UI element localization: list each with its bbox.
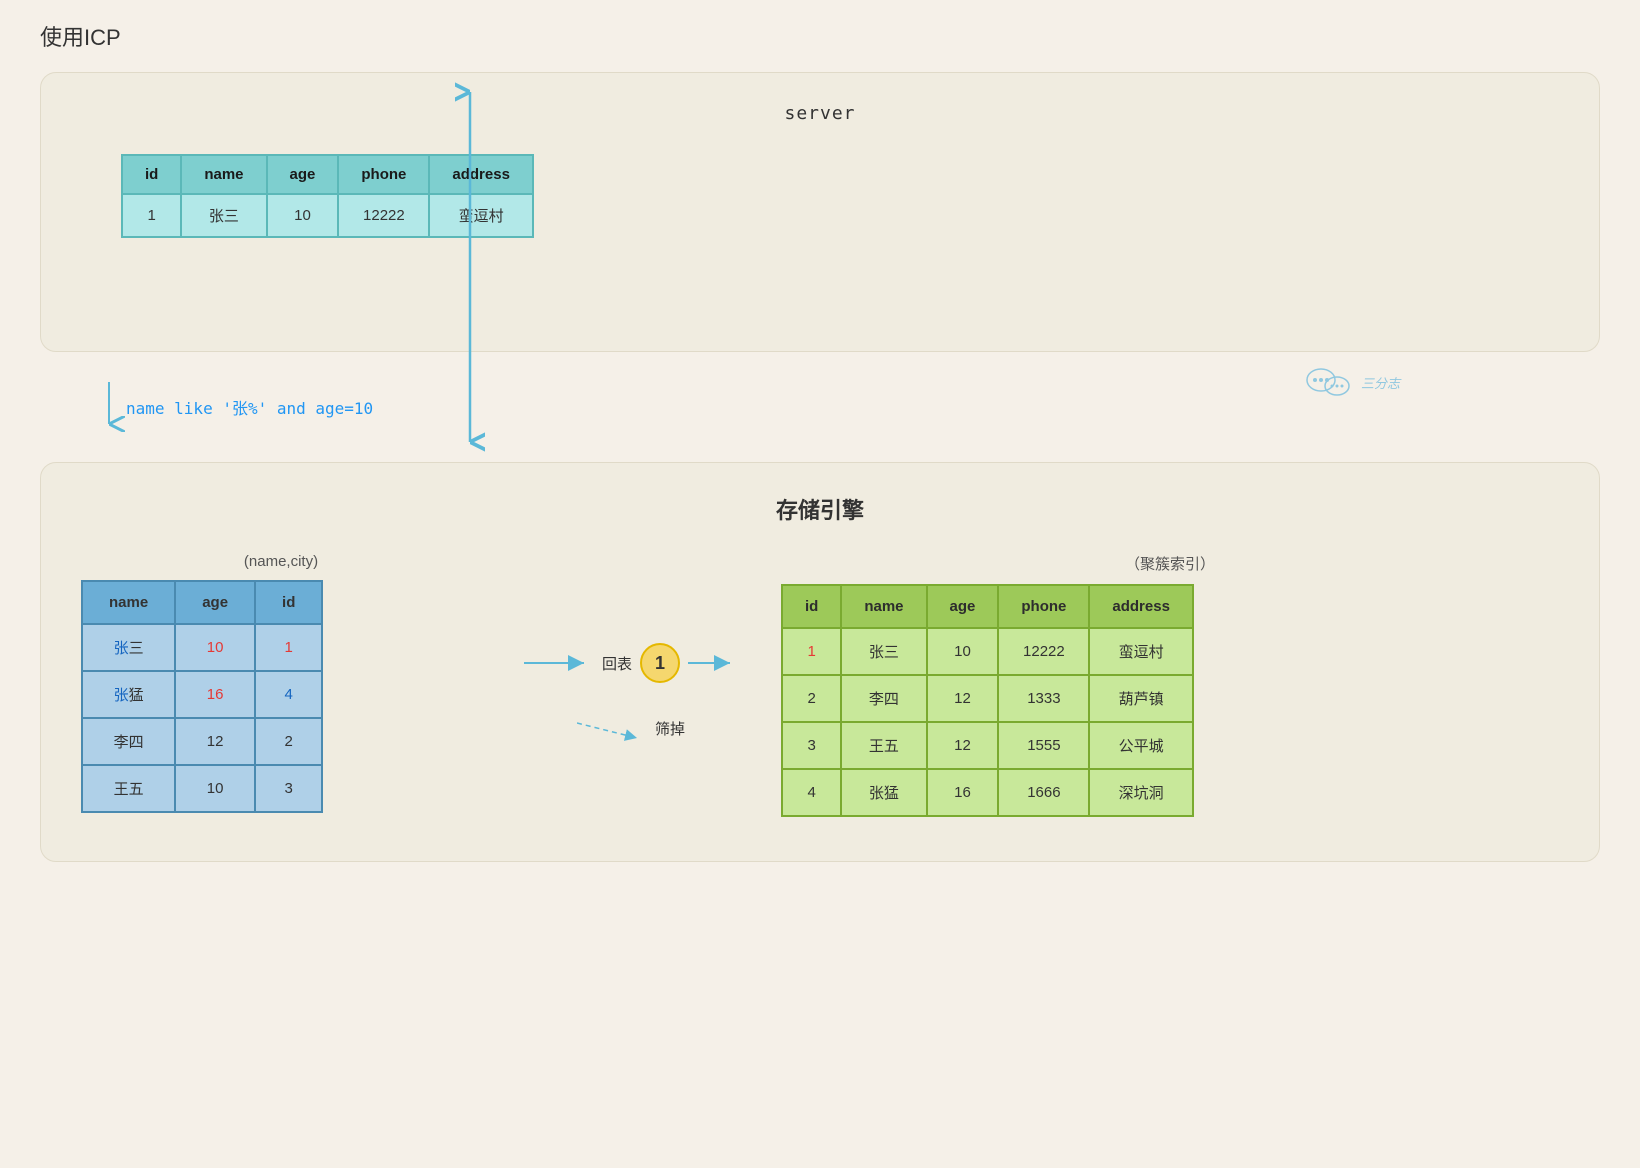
clu-row-4: 4 张猛 16 1666 深坑洞 — [782, 769, 1193, 816]
clu-age-1: 10 — [927, 628, 999, 675]
query-text: name like '张%' and age=10 — [126, 395, 373, 419]
server-cell-name: 张三 — [181, 194, 266, 237]
idx-col-age: age — [175, 581, 255, 624]
clu-name-3: 王五 — [841, 722, 926, 769]
dashed-arrow — [577, 713, 647, 743]
idx-age-4: 10 — [175, 765, 255, 812]
idx-name-2: 张猛 — [82, 671, 175, 718]
bidirectional-arrow — [455, 82, 485, 452]
wechat-icon — [1303, 362, 1353, 402]
clu-phone-4: 1666 — [998, 769, 1089, 816]
idx-age-1: 10 — [175, 624, 255, 671]
idx-name-3: 李四 — [82, 718, 175, 765]
idx-id-2: 4 — [255, 671, 322, 718]
page-title: 使用ICP — [40, 20, 1600, 52]
idx-col-id: id — [255, 581, 322, 624]
clu-phone-2: 1333 — [998, 675, 1089, 722]
clustered-table: id name age phone address 1 张三 10 12222 … — [781, 584, 1194, 817]
clustered-label: （聚簇索引） — [781, 553, 1559, 574]
clu-phone-3: 1555 — [998, 722, 1089, 769]
index-table: name age id 张三 10 1 张猛 — [81, 580, 323, 813]
server-col-phone: phone — [338, 155, 429, 194]
idx-col-name: name — [82, 581, 175, 624]
idx-id-3: 2 — [255, 718, 322, 765]
idx-name-1: 张三 — [82, 624, 175, 671]
idx-id-1: 1 — [255, 624, 322, 671]
clu-row-2: 2 李四 12 1333 葫芦镇 — [782, 675, 1193, 722]
clu-col-phone: phone — [998, 585, 1089, 628]
clu-addr-1: 蛮逗村 — [1089, 628, 1193, 675]
clu-age-4: 16 — [927, 769, 999, 816]
connector-section: 回表 1 — [481, 553, 781, 743]
clu-col-id: id — [782, 585, 841, 628]
idx-row-3: 李四 12 2 — [82, 718, 322, 765]
idx-age-2: 16 — [175, 671, 255, 718]
index-section: (name,city) name age id 张三 10 1 — [81, 553, 481, 813]
clu-id-2: 2 — [782, 675, 841, 722]
clu-col-address: address — [1089, 585, 1193, 628]
bottom-layout: (name,city) name age id 张三 10 1 — [81, 553, 1559, 817]
idx-row-4: 王五 10 3 — [82, 765, 322, 812]
idx-age-3: 12 — [175, 718, 255, 765]
arrow-from-circle — [688, 653, 738, 673]
wechat-area: 三分志 — [1303, 362, 1400, 402]
engine-title: 存储引擎 — [776, 493, 864, 525]
clu-name-1: 张三 — [841, 628, 926, 675]
clustered-section: （聚簇索引） id name age phone address 1 张三 — [781, 553, 1559, 817]
clu-name-4: 张猛 — [841, 769, 926, 816]
server-col-age: age — [267, 155, 339, 194]
server-col-id: id — [122, 155, 181, 194]
server-label: server — [81, 103, 1559, 124]
server-cell-id: 1 — [122, 194, 181, 237]
clu-id-4: 4 — [782, 769, 841, 816]
idx-row-1: 张三 10 1 — [82, 624, 322, 671]
clu-name-2: 李四 — [841, 675, 926, 722]
idx-name-4: 王五 — [82, 765, 175, 812]
clu-col-name: name — [841, 585, 926, 628]
clu-id-3: 3 — [782, 722, 841, 769]
wechat-label: 三分志 — [1361, 373, 1400, 392]
server-box: server id name age phone address 1 张三 10… — [40, 72, 1600, 352]
clu-phone-1: 12222 — [998, 628, 1089, 675]
server-cell-age: 10 — [267, 194, 339, 237]
clu-row-3: 3 王五 12 1555 公平城 — [782, 722, 1193, 769]
clu-age-3: 12 — [927, 722, 999, 769]
clu-col-age: age — [927, 585, 999, 628]
middle-section: name like '张%' and age=10 — [40, 352, 1600, 462]
idx-row-2: 张猛 16 4 — [82, 671, 322, 718]
idx-id-4: 3 — [255, 765, 322, 812]
server-col-name: name — [181, 155, 266, 194]
engine-box: 存储引擎 (name,city) name age id 张三 — [40, 462, 1600, 862]
circle-badge: 1 — [640, 643, 680, 683]
clu-id-1: 1 — [782, 628, 841, 675]
clu-row-1: 1 张三 10 12222 蛮逗村 — [782, 628, 1193, 675]
arrow-to-circle — [524, 653, 594, 673]
saidiao-label: 筛掉 — [655, 718, 685, 739]
clu-addr-4: 深坑洞 — [1089, 769, 1193, 816]
clu-addr-2: 葫芦镇 — [1089, 675, 1193, 722]
clu-addr-3: 公平城 — [1089, 722, 1193, 769]
clu-age-2: 12 — [927, 675, 999, 722]
huibiao-label: 回表 — [602, 653, 632, 674]
server-cell-phone: 12222 — [338, 194, 429, 237]
index-label: (name,city) — [81, 553, 481, 570]
